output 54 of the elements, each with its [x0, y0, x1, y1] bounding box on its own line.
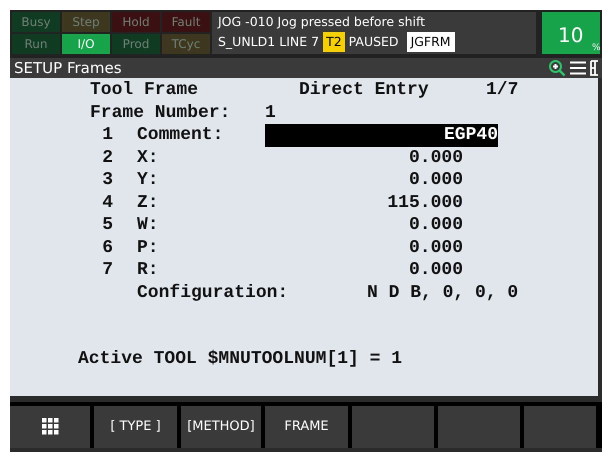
- field-value[interactable]: 0.000: [265, 146, 463, 169]
- program-line: LINE 7: [279, 33, 320, 51]
- active-tool-status: Active TOOL $MNUTOOLNUM[1] = 1: [78, 348, 402, 370]
- row-index: 6: [101, 236, 113, 259]
- config-value: N D B, 0, 0, 0: [367, 282, 518, 304]
- softkey-button[interactable]: [METHOD]: [181, 406, 261, 448]
- mode-badge: T2: [323, 32, 345, 52]
- field-label: X:: [137, 146, 160, 169]
- program-name: S_UNLD1: [218, 33, 276, 51]
- row-index: 5: [101, 214, 113, 236]
- status-indicator: I/O: [62, 34, 110, 54]
- field-value[interactable]: 0.000: [265, 169, 463, 192]
- page-indicator: 1/7: [486, 79, 518, 102]
- row-index: 4: [101, 192, 113, 214]
- status-indicator: Run: [12, 34, 60, 54]
- field-value[interactable]: 0.000: [265, 259, 463, 282]
- field-label: R:: [137, 259, 160, 282]
- split-view-icon[interactable]: [590, 60, 598, 76]
- field-label: Configuration:: [137, 282, 290, 304]
- field-label: Z:: [137, 192, 160, 214]
- frame-number-value: 1: [265, 102, 276, 124]
- status-indicator: Hold: [112, 12, 160, 32]
- zoom-in-icon[interactable]: [548, 59, 566, 77]
- row-index: 2: [101, 146, 113, 169]
- field-label: W:: [137, 214, 160, 236]
- menu-button[interactable]: [10, 406, 90, 448]
- softkey-button[interactable]: FRAME: [265, 406, 348, 448]
- jog-frame-badge: JGFRM: [406, 32, 455, 52]
- status-indicator: Fault: [162, 12, 210, 32]
- softkey-button[interactable]: [ TYPE ]: [94, 406, 177, 448]
- field-label: Comment:: [137, 124, 224, 146]
- field-label: P:: [137, 236, 160, 259]
- menu-icon[interactable]: [570, 61, 586, 75]
- entry-method: Direct Entry: [299, 79, 430, 102]
- field-value[interactable]: 0.000: [265, 214, 463, 236]
- field-label: Y:: [137, 169, 160, 192]
- field-value[interactable]: EGP40: [265, 124, 498, 146]
- override-unit: %: [592, 42, 601, 55]
- frame-number-label: Frame Number:: [90, 102, 232, 124]
- override-value: 10: [558, 22, 584, 49]
- field-value[interactable]: 0.000: [265, 236, 463, 259]
- screen-title: SETUP Frames: [14, 58, 122, 79]
- status-indicator: TCyc: [162, 34, 210, 54]
- row-index: 7: [101, 259, 113, 282]
- row-index: 3: [101, 169, 113, 192]
- frame-type: Tool Frame: [90, 79, 200, 102]
- status-indicator: Busy: [12, 12, 60, 32]
- status-indicator: Step: [62, 12, 110, 32]
- grid-icon: [42, 418, 58, 436]
- status-indicator: Prod: [112, 34, 160, 54]
- alarm-message: JOG -010 Jog pressed before shift: [218, 13, 426, 31]
- row-index: 1: [101, 124, 113, 146]
- program-state: PAUSED: [348, 33, 399, 51]
- field-value[interactable]: 115.000: [265, 192, 463, 214]
